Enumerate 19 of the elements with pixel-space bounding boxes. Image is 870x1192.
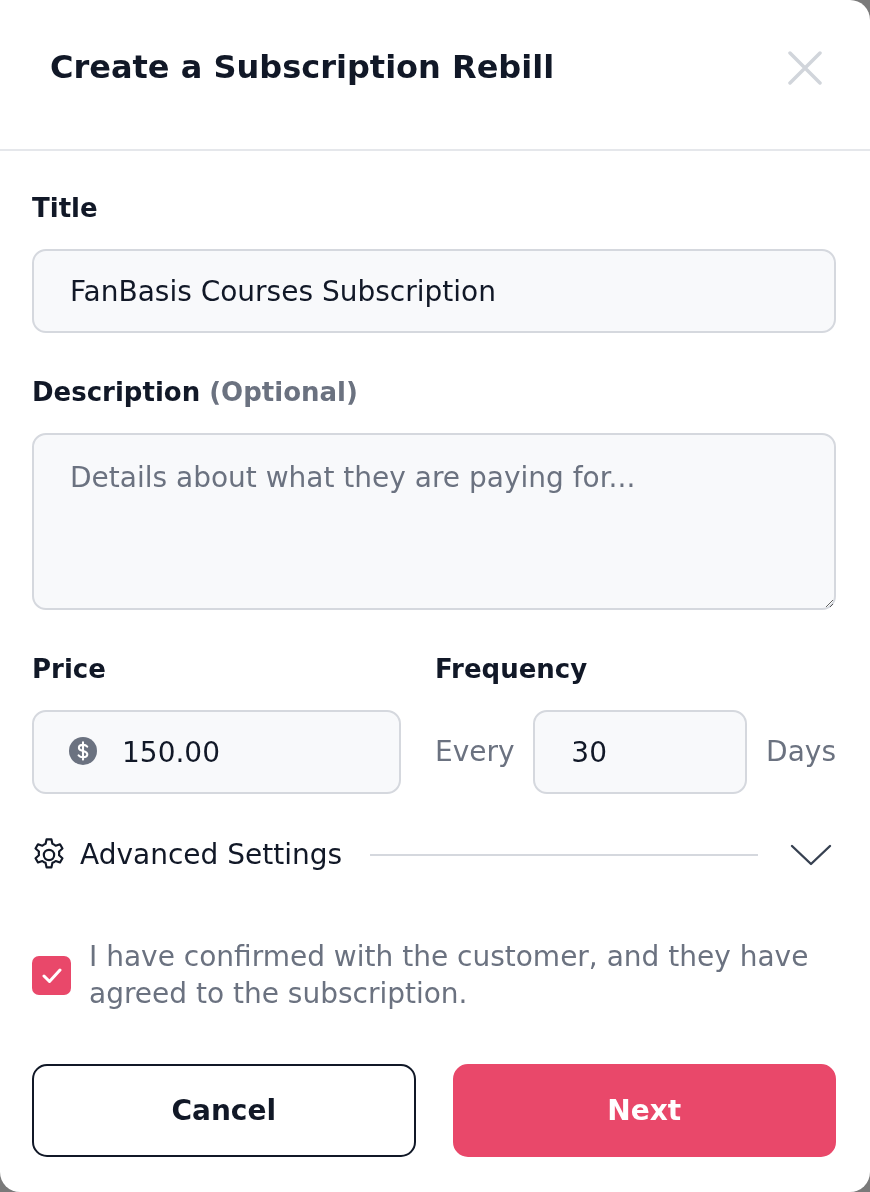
price-label: Price — [32, 653, 107, 686]
secondary-button[interactable]: Cancel — [32, 1064, 416, 1157]
description-label: Description (Optional) — [32, 376, 359, 409]
advanced-settings-toggle[interactable]: Advanced Settings — [32, 834, 343, 876]
frequency-unit: Days — [766, 734, 836, 770]
dollar-icon — [69, 737, 97, 765]
confirmation-text: I have confirmed with the customer, and they have agreed to the subscription. — [89, 939, 810, 1012]
checkmark-icon — [41, 966, 62, 984]
title-input[interactable]: FanBasis Courses Subscription — [32, 249, 836, 333]
description-textarea[interactable]: Details about what they are paying for... — [32, 433, 836, 610]
primary-button[interactable]: Next — [452, 1064, 836, 1157]
frequency-label: Frequency — [435, 653, 589, 686]
frequency-input[interactable]: 30 — [533, 710, 748, 794]
confirmation-checkbox[interactable] — [32, 955, 71, 995]
frequency-prefix: Every — [435, 734, 515, 770]
price-input[interactable]: 150.00 — [32, 710, 401, 794]
title-label: Title — [32, 192, 99, 225]
close-icon — [788, 50, 822, 85]
dialog-title: Create a Subscription Rebill — [50, 48, 555, 87]
